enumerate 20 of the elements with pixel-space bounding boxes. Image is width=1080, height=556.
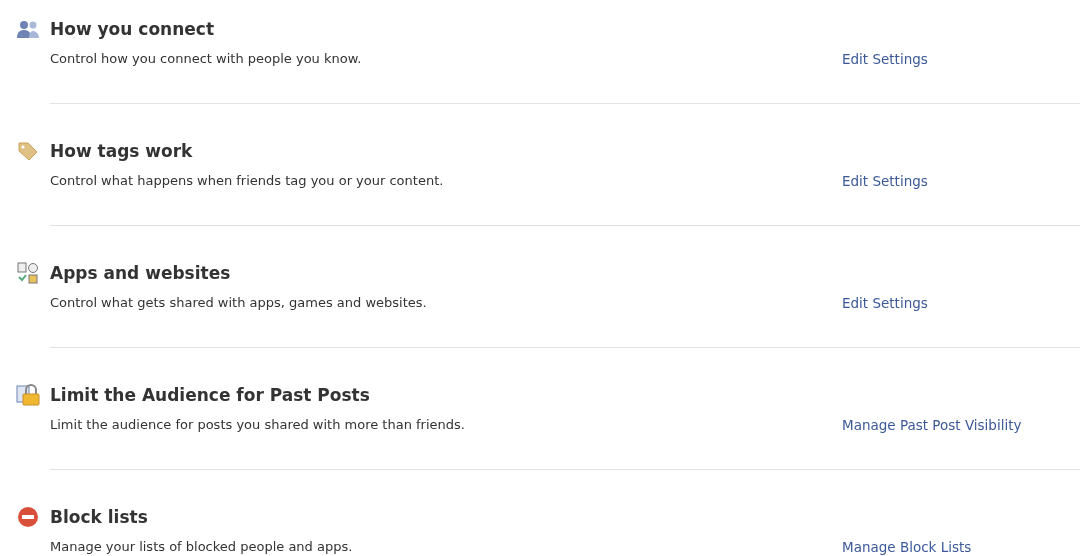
section-title: How you connect	[50, 18, 215, 40]
section-title: Limit the Audience for Past Posts	[50, 384, 371, 406]
settings-link[interactable]: Edit Settings	[842, 172, 928, 190]
section-title: Apps and websites	[50, 262, 232, 284]
section-description: Limit the audience for posts you shared with more than friends.	[50, 416, 466, 434]
settings-link[interactable]: Manage Past Post Visibility	[842, 416, 1022, 434]
section-description: Control what happens when friends tag you or your content.	[50, 172, 445, 190]
block-icon	[17, 506, 39, 528]
section-description: Control what gets shared with apps, games and websites.	[50, 294, 428, 312]
section-title: How tags work	[50, 140, 194, 162]
section-description: Control how you connect with people you know.	[50, 50, 363, 68]
apps-icon	[17, 262, 39, 284]
settings-link[interactable]: Edit Settings	[842, 294, 928, 312]
section-title: Block lists	[50, 506, 149, 528]
settings-link[interactable]: Manage Block Lists	[842, 538, 972, 556]
lock-icon	[16, 384, 40, 406]
settings-link[interactable]: Edit Settings	[842, 50, 928, 68]
tag-icon	[17, 141, 39, 161]
people-icon	[16, 19, 40, 39]
section-description: Manage your lists of blocked people and apps.	[50, 538, 354, 556]
